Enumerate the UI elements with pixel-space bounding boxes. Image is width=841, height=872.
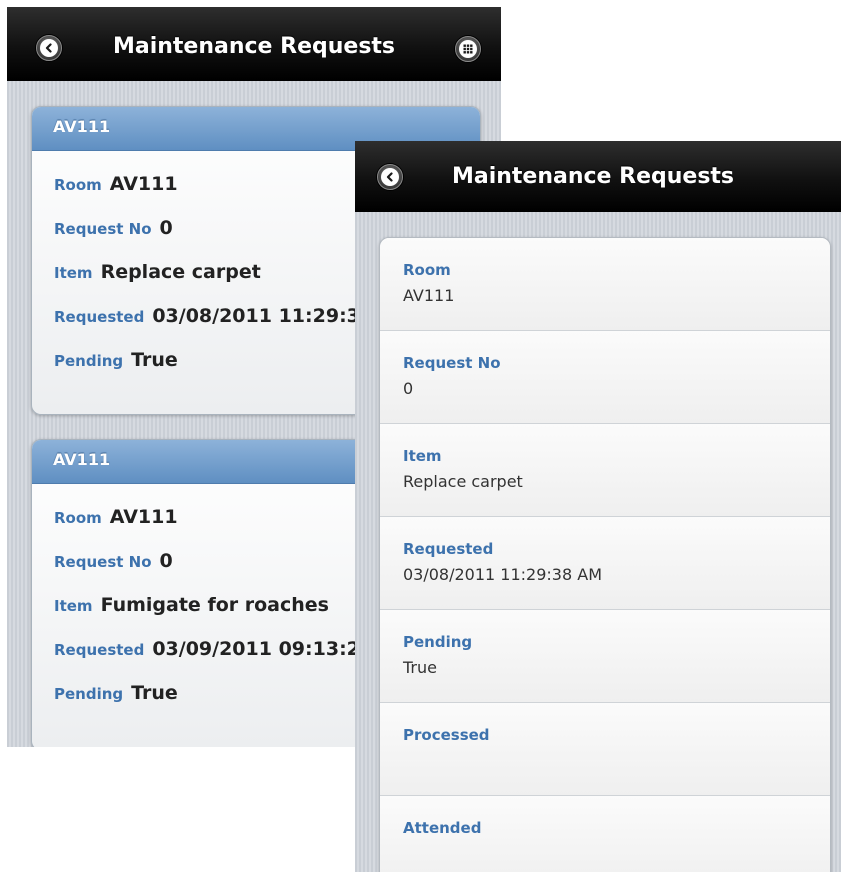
card-row-pending: Pending True — [54, 349, 178, 371]
detail-field-pending[interactable]: Pending True — [380, 610, 830, 703]
detail-page-title: Maintenance Requests — [451, 164, 735, 189]
detail-list: Room AV111 Request No 0 Item Replace car… — [379, 237, 831, 872]
card-label: Item — [54, 264, 93, 282]
field-value: 0 — [403, 379, 414, 398]
grid-icon — [459, 40, 477, 58]
card-label: Request No — [54, 553, 152, 571]
card-value: True — [131, 349, 178, 371]
menu-button[interactable] — [455, 36, 481, 62]
card-value: 0 — [159, 217, 173, 239]
card-row-pending: Pending True — [54, 682, 178, 704]
detail-field-attended[interactable]: Attended — [380, 796, 830, 872]
card-label: Room — [54, 176, 102, 194]
card-label: Pending — [54, 352, 124, 370]
field-label: Attended — [403, 819, 482, 837]
card-label: Pending — [54, 685, 124, 703]
field-label: Requested — [403, 540, 494, 558]
detail-field-requested[interactable]: Requested 03/08/2011 11:29:38 AM — [380, 517, 830, 610]
card-row-request-no: Request No 0 — [54, 217, 173, 239]
card-row-request-no: Request No 0 — [54, 550, 173, 572]
card-row-item: Item Replace carpet — [54, 261, 261, 283]
list-page-title: Maintenance Requests — [112, 34, 396, 59]
detail-field-room[interactable]: Room AV111 — [380, 238, 830, 331]
card-row-room: Room AV111 — [54, 173, 178, 195]
detail-toolbar: Maintenance Requests — [355, 141, 841, 212]
card-value: 0 — [159, 550, 173, 572]
field-label: Item — [403, 447, 442, 465]
field-label: Room — [403, 261, 451, 279]
card-label: Requested — [54, 641, 145, 659]
list-toolbar: Maintenance Requests — [7, 7, 501, 81]
card-row-requested: Requested 03/08/2011 11:29:38 — [54, 305, 373, 327]
field-value: Replace carpet — [403, 472, 523, 491]
field-value: 03/08/2011 11:29:38 AM — [403, 565, 602, 584]
card-value: AV111 — [109, 173, 178, 195]
card-label: Room — [54, 509, 102, 527]
card-value: 03/09/2011 09:13:22 — [152, 638, 374, 660]
card-value: Replace carpet — [100, 261, 261, 283]
detail-screen: Maintenance Requests Room AV111 Request … — [355, 141, 841, 872]
card-value: AV111 — [109, 506, 178, 528]
card-row-room: Room AV111 — [54, 506, 178, 528]
card-label: Item — [54, 597, 93, 615]
card-label: Requested — [54, 308, 145, 326]
card-value: 03/08/2011 11:29:38 — [152, 305, 374, 327]
detail-field-request-no[interactable]: Request No 0 — [380, 331, 830, 424]
card-label: Request No — [54, 220, 152, 238]
field-label: Request No — [403, 354, 501, 372]
field-value: True — [403, 658, 437, 677]
card-value: True — [131, 682, 178, 704]
field-label: Processed — [403, 726, 490, 744]
field-label: Pending — [403, 633, 473, 651]
card-row-requested: Requested 03/09/2011 09:13:22 — [54, 638, 373, 660]
detail-field-item[interactable]: Item Replace carpet — [380, 424, 830, 517]
card-value: Fumigate for roaches — [100, 594, 329, 616]
card-row-item: Item Fumigate for roaches — [54, 594, 329, 616]
detail-field-processed[interactable]: Processed — [380, 703, 830, 796]
field-value: AV111 — [403, 286, 455, 305]
